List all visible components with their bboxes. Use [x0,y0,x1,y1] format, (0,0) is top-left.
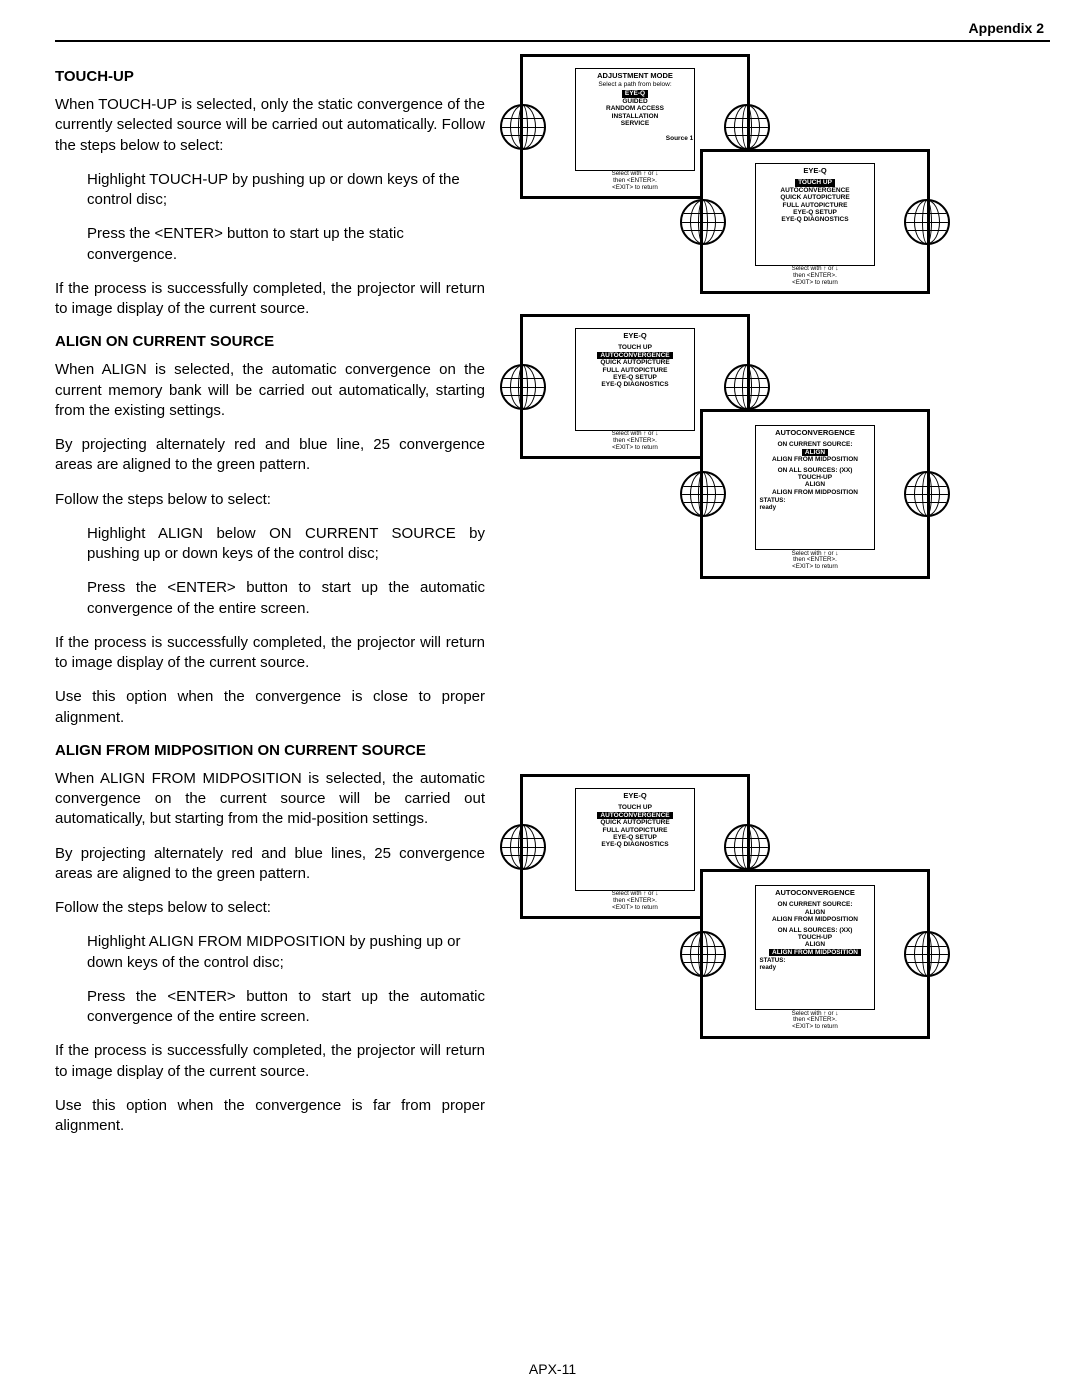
menu-item: GUIDED [576,98,695,105]
paragraph: Follow the steps below to select: [55,490,485,510]
paragraph: If the process is successfully completed… [55,1041,485,1082]
globe-icon [500,824,546,870]
paragraph: When ALIGN FROM MIDPOSITION is selected,… [55,769,485,830]
menu-autoconvergence-align: AUTOCONVERGENCE ON CURRENT SOURCE: ALIGN… [700,409,930,579]
menu-item: EYE-Q DIAGNOSTICS [576,381,695,388]
menu-group: ON CURRENT SOURCE: [756,901,875,908]
menu-item: RANDOM ACCESS [576,105,695,112]
menu-item: QUICK AUTOPICTURE [576,819,695,826]
globe-icon [500,364,546,410]
globe-icon [680,931,726,977]
heading-align-mid: ALIGN FROM MIDPOSITION ON CURRENT SOURCE [55,742,485,759]
menu-autoconvergence-midpos: AUTOCONVERGENCE ON CURRENT SOURCE: ALIGN… [700,869,930,1039]
page-number: APX-11 [55,1361,1050,1377]
globe-icon [724,364,770,410]
paragraph: By projecting alternately red and blue l… [55,844,485,885]
menu-item: TOUCH UP [576,344,695,351]
hint-line: <EXIT> to return [703,1024,927,1031]
list-item: Press the <ENTER> button to start up the… [87,987,485,1028]
paragraph: Use this option when the convergence is … [55,687,485,728]
menu-subtitle: Select a path from below: [576,81,695,88]
menu-title: EYE-Q [576,331,695,340]
menu-item-selected: AUTOCONVERGENCE [597,812,672,819]
menu-title: AUTOCONVERGENCE [756,428,875,437]
heading-align-current: ALIGN ON CURRENT SOURCE [55,333,485,350]
globe-icon [724,824,770,870]
menu-group: ON CURRENT SOURCE: [756,441,875,448]
menu-item: EYE-Q DIAGNOSTICS [576,841,695,848]
menu-item: FULL AUTOPICTURE [576,827,695,834]
menu-eyeq-touchup: EYE-Q TOUCH UP AUTOCONVERGENCE QUICK AUT… [700,149,930,294]
paragraph: Follow the steps below to select: [55,898,485,918]
menu-item: FULL AUTOPICTURE [756,202,875,209]
globe-icon [904,931,950,977]
globe-icon [904,471,950,517]
menu-item: QUICK AUTOPICTURE [756,194,875,201]
list-item: Highlight ALIGN below ON CURRENT SOURCE … [87,524,485,565]
menu-item: ALIGN FROM MIDPOSITION [756,456,875,463]
appendix-label: Appendix 2 [55,20,1050,36]
menu-item: ALIGN FROM MIDPOSITION [756,489,875,496]
globe-icon [904,199,950,245]
menu-title: AUTOCONVERGENCE [756,888,875,897]
paragraph: If the process is successfully completed… [55,633,485,674]
header-rule [55,40,1050,42]
status-value: ready [760,504,777,511]
list-item: Press the <ENTER> button to start up the… [87,224,485,265]
menu-item: EYE-Q DIAGNOSTICS [756,216,875,223]
menu-group: ON ALL SOURCES: (XX) [756,927,875,934]
globe-icon [724,104,770,150]
paragraph: By projecting alternately red and blue l… [55,435,485,476]
menu-item: EYE-Q SETUP [576,834,695,841]
menu-item-selected: TOUCH UP [795,179,835,186]
menu-item: ALIGN [756,941,875,948]
menu-item: EYE-Q SETUP [576,374,695,381]
menu-item: TOUCH UP [576,804,695,811]
source-label: Source 1 [666,135,693,142]
menu-item-selected: AUTOCONVERGENCE [597,352,672,359]
paragraph: When TOUCH-UP is selected, only the stat… [55,95,485,156]
globe-icon [500,104,546,150]
menu-item-selected: ALIGN FROM MIDPOSITION [769,949,861,956]
globe-icon [680,471,726,517]
heading-touchup: TOUCH-UP [55,68,485,85]
menu-title: EYE-Q [756,166,875,175]
menu-item: FULL AUTOPICTURE [576,367,695,374]
menu-item: ALIGN [756,909,875,916]
menu-item: ALIGN [756,481,875,488]
hint-line: <EXIT> to return [703,280,927,287]
menu-item: EYE-Q SETUP [756,209,875,216]
paragraph: When ALIGN is selected, the automatic co… [55,360,485,421]
menu-title: EYE-Q [576,791,695,800]
list-item: Highlight TOUCH-UP by pushing up or down… [87,170,485,211]
menu-item: TOUCH-UP [756,474,875,481]
status-value: ready [760,964,777,971]
menu-item: AUTOCONVERGENCE [756,187,875,194]
figure-column: ADJUSTMENT MODE Select a path from below… [505,54,1050,1150]
menu-item-selected: ALIGN [802,449,828,456]
paragraph: If the process is successfully completed… [55,279,485,320]
list-item: Highlight ALIGN FROM MIDPOSITION by push… [87,932,485,973]
paragraph: Use this option when the convergence is … [55,1096,485,1137]
list-item: Press the <ENTER> button to start up the… [87,578,485,619]
menu-item: TOUCH-UP [756,934,875,941]
menu-title: ADJUSTMENT MODE [576,71,695,80]
menu-item: ALIGN FROM MIDPOSITION [756,916,875,923]
hint-line: <EXIT> to return [703,564,927,571]
text-column: TOUCH-UP When TOUCH-UP is selected, only… [55,54,485,1150]
menu-item: INSTALLATION [576,113,695,120]
menu-item: QUICK AUTOPICTURE [576,359,695,366]
globe-icon [680,199,726,245]
menu-item: SERVICE [576,120,695,127]
menu-group: ON ALL SOURCES: (XX) [756,467,875,474]
menu-item-selected: EYE-Q [622,90,648,97]
